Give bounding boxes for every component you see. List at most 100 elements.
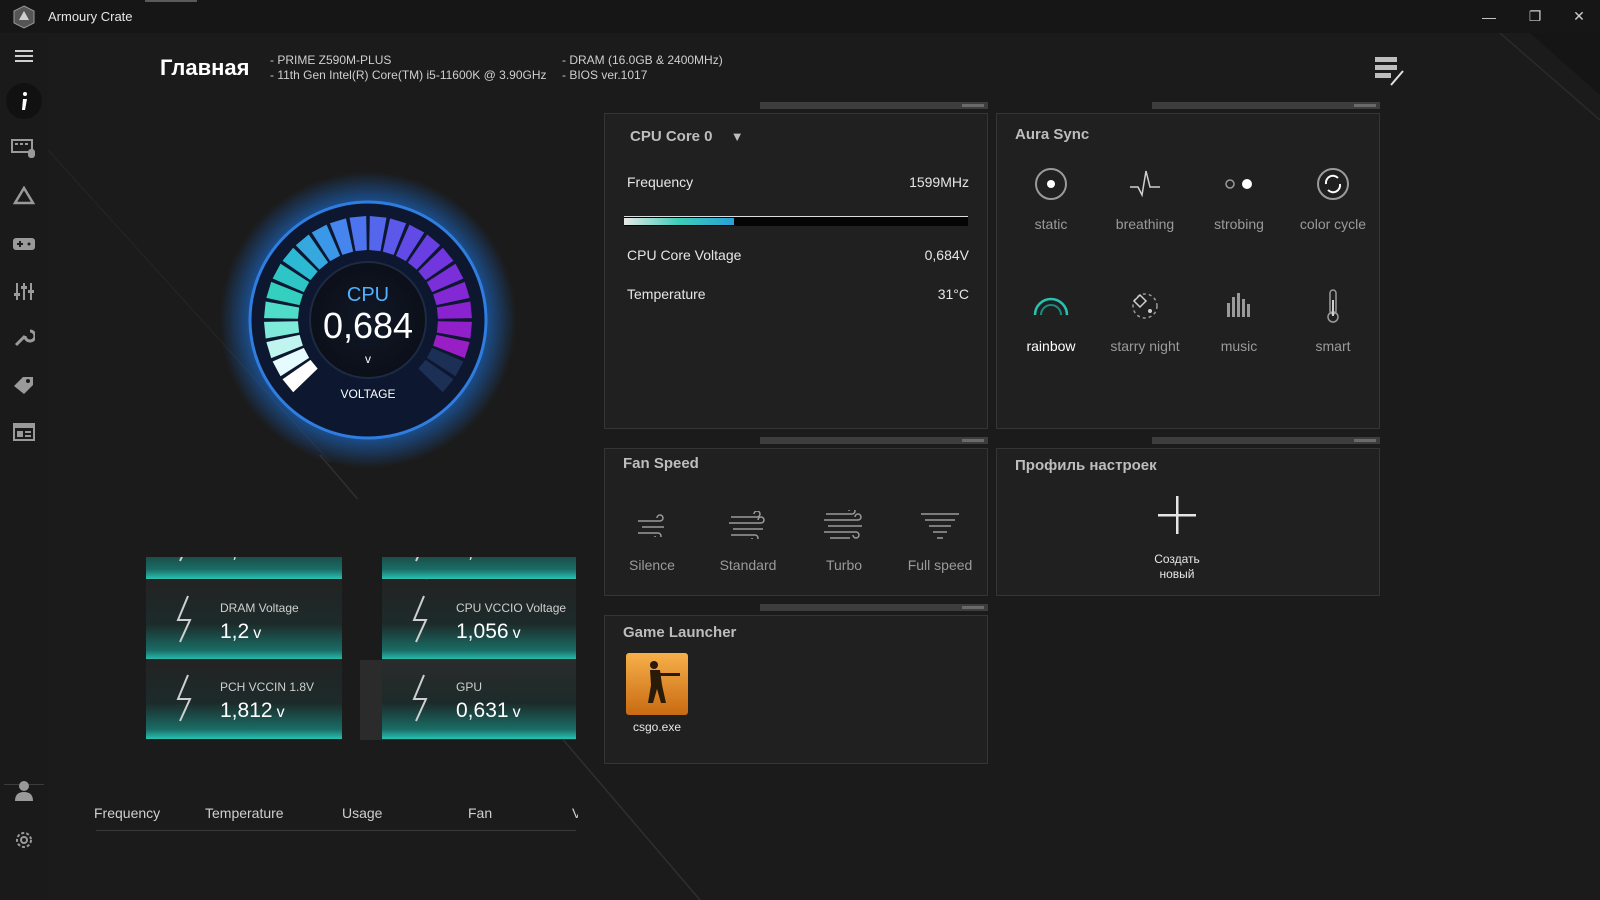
fan-mode-turbo[interactable]: Turbo [799, 507, 889, 573]
voltage-value: 1,056 v [456, 620, 521, 643]
minimize-button[interactable]: — [1466, 0, 1512, 33]
tab-usage[interactable]: Usage [342, 805, 382, 821]
aura-mode-strobing[interactable]: strobing [1194, 164, 1284, 232]
app-logo-icon [13, 5, 35, 29]
thermometer-icon [1327, 289, 1339, 323]
tab-voltage[interactable]: V [572, 805, 578, 821]
sidebar-item-account[interactable] [9, 776, 39, 806]
bolt-icon [412, 674, 428, 722]
hamburger-menu-icon[interactable] [9, 41, 39, 71]
edit-layout-icon[interactable] [1373, 55, 1405, 87]
cpu-core-selector[interactable]: CPU Core 0 ▼ [630, 128, 744, 145]
fan-mode-standard[interactable]: Standard [703, 507, 793, 573]
frequency-bar [624, 216, 968, 226]
tornado-icon [921, 513, 959, 539]
sidebar-item-news[interactable] [9, 417, 39, 447]
panel-tab-notch [962, 104, 984, 107]
sliders-icon [14, 283, 34, 300]
voltage-name: CPU VCCIO Voltage [456, 601, 567, 615]
tag-icon [14, 377, 33, 394]
aura-mode-music[interactable]: music [1194, 286, 1284, 354]
temperature-value: 31°C [937, 286, 969, 302]
voltage-name: DRAM Voltage [220, 601, 299, 615]
temperature-label: Temperature [627, 286, 706, 302]
fan-mode-full-speed[interactable]: Full speed [895, 507, 985, 573]
panel-tab-decoration [760, 102, 988, 109]
panel-tab-decoration [760, 604, 988, 611]
fan-mode-silence[interactable]: Silence [607, 507, 697, 573]
voltage-label: CPU Core Voltage [627, 247, 742, 263]
sidebar-item-aura[interactable] [9, 181, 39, 211]
rainbow-icon [1033, 297, 1069, 316]
tab-temperature[interactable]: Temperature [205, 805, 284, 821]
voltage-value: 1,812 v [220, 699, 285, 722]
tab-fan[interactable]: Fan [468, 805, 492, 821]
aura-mode-color-cycle[interactable]: color cycle [1288, 164, 1378, 232]
plus-icon [1158, 496, 1196, 534]
aura-mode-starry-night[interactable]: starry night [1100, 286, 1190, 354]
motherboard-info: - PRIME Z590M-PLUS [270, 53, 392, 67]
fan-title: Fan Speed [623, 455, 699, 472]
gauge-caption: VOLTAGE [340, 387, 396, 401]
voltage-tile-selected[interactable]: GPU 0,631 v [382, 659, 576, 739]
close-button[interactable]: ✕ [1556, 0, 1600, 33]
voltage-tile[interactable]: CPU VCCIO Voltage 1,056 v [382, 580, 576, 660]
wind-silence-icon [638, 514, 664, 537]
sidebar-item-tuning[interactable] [9, 276, 39, 306]
voltage-name: GPU [456, 680, 483, 694]
strobing-icon [1225, 179, 1252, 189]
cpu-info: - 11th Gen Intel(R) Core(TM) i5-11600K @… [270, 68, 547, 82]
profile-title: Профиль настроек [1015, 457, 1157, 474]
tabs-underline [96, 830, 576, 831]
starry-night-icon [1132, 293, 1158, 319]
aura-mode-smart[interactable]: smart [1288, 286, 1378, 354]
wind-standard-icon [729, 511, 765, 539]
sidebar-item-settings[interactable] [9, 825, 39, 855]
aura-sync-panel: Aura Sync static breathing strobing colo… [996, 113, 1380, 429]
frequency-bar-fill [624, 218, 735, 225]
music-icon [1227, 293, 1250, 317]
gauge-value: 0,684 [322, 305, 414, 346]
frequency-value: 1599MHz [909, 174, 969, 190]
panel-tab-notch [1354, 104, 1376, 107]
aura-title: Aura Sync [1015, 126, 1090, 143]
news-icon [13, 423, 35, 441]
page-title: Главная [160, 55, 250, 80]
sidebar-item-devices[interactable] [9, 133, 39, 163]
voltage-name: PCH VCCIN 1.8V [220, 680, 315, 694]
gauge-unit: v [365, 352, 371, 366]
user-icon [15, 781, 33, 801]
tab-frequency[interactable]: Frequency [94, 805, 160, 821]
gauge-cpu-label: CPU [346, 284, 390, 306]
voltage-value: 1,2 v [220, 620, 262, 643]
gamepad-icon [13, 238, 35, 250]
aura-mode-breathing[interactable]: breathing [1100, 164, 1190, 232]
wind-turbo-icon [824, 510, 862, 539]
voltage-value: 0,631 v [456, 699, 521, 722]
voltage-tile[interactable]: DRAM Voltage 1,2 v [146, 580, 342, 660]
panel-tab-notch [1354, 439, 1376, 442]
titlebar-accent [145, 0, 197, 2]
aura-mode-static[interactable]: static [1006, 164, 1096, 232]
voltage-tile[interactable]: PCH VCCIN 1.8V 1,812 v [146, 659, 342, 739]
cpu-panel: CPU Core 0 ▼ Frequency 1599MHz CPU Core … [604, 113, 988, 429]
sidebar-item-deals[interactable] [9, 369, 39, 399]
sidebar-item-tools[interactable] [9, 322, 39, 352]
restore-button[interactable]: ❐ [1512, 0, 1558, 33]
sidebar-item-home[interactable] [6, 83, 42, 119]
create-label-2: новый [1159, 567, 1195, 581]
fan-speed-panel: Fan Speed Silence Standard Turbo Full sp… [604, 448, 988, 596]
dropdown-arrow-icon: ▼ [730, 129, 744, 144]
keyboard-icon [11, 139, 35, 158]
breathing-icon [1130, 170, 1160, 198]
dram-info: - DRAM (16.0GB & 2400MHz) [562, 53, 723, 67]
csgo-game-icon[interactable] [626, 653, 688, 715]
aura-triangle-icon [13, 186, 35, 205]
game-launcher-panel: Game Launcher csgo.exe [604, 615, 988, 764]
sidebar-item-gamevisual[interactable] [9, 229, 39, 259]
frequency-label: Frequency [627, 174, 694, 190]
create-profile-button[interactable]: Создать новый [1137, 495, 1217, 581]
panel-tab-decoration [1152, 102, 1380, 109]
wrench-icon [14, 329, 35, 347]
aura-mode-rainbow[interactable]: rainbow [1006, 286, 1096, 354]
